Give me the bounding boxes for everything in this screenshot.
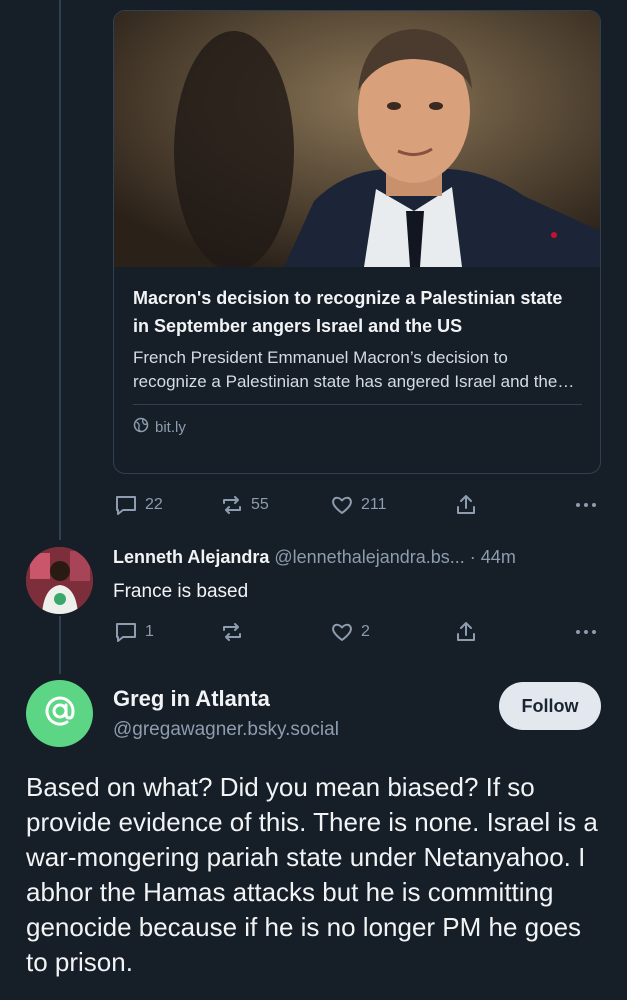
more-options-button[interactable] — [573, 619, 599, 645]
repost-button[interactable]: 55 — [219, 492, 329, 518]
globe-icon — [133, 417, 149, 437]
reply-author-name[interactable]: Lenneth Alejandra — [113, 547, 269, 567]
reply-text: France is based — [113, 581, 249, 602]
thread-line — [59, 616, 61, 674]
at-sign-icon — [43, 694, 77, 733]
share-icon — [453, 619, 479, 645]
like-count: 2 — [361, 623, 370, 640]
repost-button[interactable] — [219, 619, 329, 645]
author-handle[interactable]: @gregawagner.bsky.social — [113, 719, 339, 741]
reply-button[interactable]: 1 — [113, 619, 219, 645]
repost-icon — [219, 619, 245, 645]
more-options-button[interactable] — [573, 492, 599, 518]
reply-header: Lenneth Alejandra @lennethalejandra.bs..… — [113, 547, 603, 568]
author-name[interactable]: Greg in Atlanta — [113, 686, 270, 712]
reply-count: 1 — [145, 623, 154, 640]
reply-count: 22 — [145, 496, 163, 513]
article-image — [114, 11, 600, 267]
post-actions: 22 55 211 — [113, 492, 599, 518]
like-count: 211 — [361, 496, 387, 513]
reply-icon — [113, 492, 139, 518]
reply-author-handle[interactable]: @lennethalejandra.bs... — [274, 547, 464, 567]
card-divider — [133, 404, 582, 405]
reply-button[interactable]: 22 — [113, 492, 219, 518]
avatar-image — [26, 547, 93, 614]
thread-line — [59, 0, 61, 540]
article-description: French President Emmanuel Macron’s decis… — [133, 348, 558, 391]
domain-label: bit.ly — [155, 418, 186, 436]
like-button[interactable]: 211 — [329, 492, 453, 518]
article-domain: bit.ly — [133, 417, 582, 437]
reply-actions: 1 2 — [113, 619, 599, 645]
share-icon — [453, 492, 479, 518]
follow-button[interactable]: Follow — [499, 682, 601, 730]
reply-timestamp[interactable]: · 44m — [470, 547, 516, 567]
focused-avatar[interactable] — [26, 680, 93, 747]
article-title: Macron's decision to recognize a Palesti… — [133, 288, 563, 336]
avatar[interactable] — [26, 547, 93, 614]
heart-icon — [329, 492, 355, 518]
repost-count: 55 — [251, 496, 269, 513]
heart-icon — [329, 619, 355, 645]
share-button[interactable] — [453, 492, 553, 518]
repost-icon — [219, 492, 245, 518]
reply-icon — [113, 619, 139, 645]
share-button[interactable] — [453, 619, 553, 645]
like-button[interactable]: 2 — [329, 619, 453, 645]
link-preview-card[interactable]: Macron's decision to recognize a Palesti… — [113, 10, 601, 474]
post-text: Based on what? Did you mean biased? If s… — [26, 772, 598, 977]
more-icon — [573, 492, 599, 518]
more-icon — [573, 619, 599, 645]
article-photo-illustration — [114, 11, 600, 267]
